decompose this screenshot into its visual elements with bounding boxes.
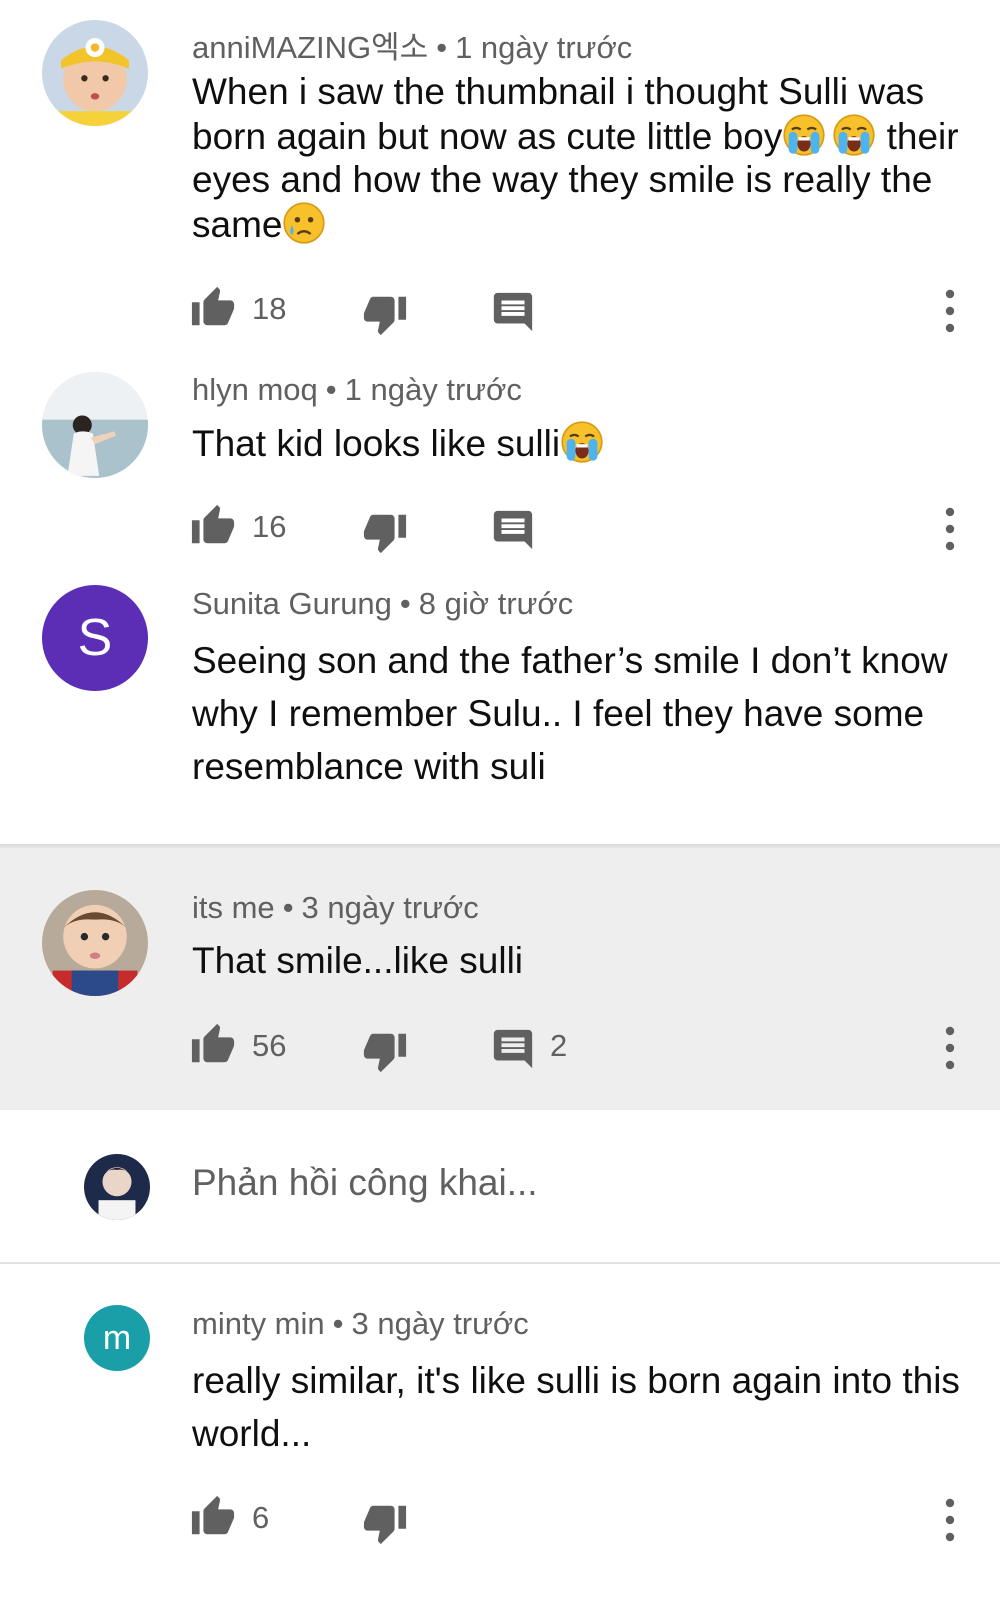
public-reply-input[interactable]: Phản hồi công khai...	[192, 1162, 538, 1204]
comment-meta: hlyn moq • 1 ngày trước	[192, 372, 522, 408]
author-name[interactable]: Sunita Gurung	[192, 586, 392, 621]
comment-text: really similar, it's like sulli is born …	[192, 1360, 960, 1454]
timestamp: 3 ngày trước	[351, 1306, 529, 1341]
separator-dot: •	[282, 890, 294, 925]
thumb-up-icon[interactable]	[190, 1494, 236, 1540]
timestamp: 1 ngày trước	[344, 372, 522, 407]
loudly-crying-emoji	[832, 113, 876, 157]
timestamp: 1 ngày trước	[455, 30, 633, 65]
current-user-avatar	[84, 1154, 150, 1220]
thumb-up-icon[interactable]	[190, 503, 236, 549]
separator-dot: •	[325, 372, 337, 407]
avatar[interactable]: m	[84, 1305, 150, 1371]
more-vert-icon[interactable]	[940, 289, 960, 333]
avatar[interactable]	[42, 20, 148, 126]
comment-actions: 6	[0, 1494, 1000, 1554]
comment-meta: Sunita Gurung • 8 giờ trước	[192, 586, 573, 622]
separator-dot: •	[332, 1306, 344, 1341]
like-count: 18	[252, 291, 287, 326]
comment-text: When i saw the thumbnail i thought Sulli…	[192, 70, 967, 246]
comment-actions: 18	[0, 285, 1000, 345]
loudly-crying-emoji	[560, 420, 604, 464]
more-vert-icon[interactable]	[940, 1026, 960, 1070]
comment-meta: minty min • 3 ngày trước	[192, 1306, 529, 1342]
like-count: 16	[252, 509, 287, 544]
reply-icon[interactable]	[490, 289, 536, 335]
reply-count[interactable]: 2	[550, 1028, 567, 1064]
reply-icon[interactable]	[490, 507, 536, 553]
thumb-down-icon[interactable]	[362, 291, 408, 337]
timestamp: 3 ngày trước	[301, 890, 479, 925]
more-vert-icon[interactable]	[940, 507, 960, 551]
separator-dot: •	[436, 30, 448, 65]
crying-emoji	[282, 201, 326, 245]
comment-meta: its me • 3 ngày trước	[192, 890, 479, 926]
comment-text: That kid looks like sulli	[192, 420, 967, 467]
comment-meta: anniMAZING엑소 • 1 ngày trước	[192, 22, 632, 67]
loudly-crying-emoji	[782, 113, 826, 157]
author-name[interactable]: hlyn moq	[192, 372, 318, 407]
comment-actions: 16	[0, 503, 1000, 563]
thumb-down-icon[interactable]	[362, 1028, 408, 1074]
baby-photo-avatar-image	[42, 890, 148, 996]
like-count: 6	[252, 1500, 270, 1535]
comment-text-part: That kid looks like sulli	[192, 423, 561, 464]
thumb-up-icon[interactable]	[190, 285, 236, 331]
comment-text: Seeing son and the father’s smile I don’…	[192, 640, 948, 787]
avatar-letter: S	[77, 609, 113, 667]
author-name[interactable]: its me	[192, 890, 275, 925]
reply-icon[interactable]	[490, 1026, 536, 1072]
timestamp: 8 giờ trước	[418, 586, 574, 621]
child-photo-avatar-image	[42, 20, 148, 126]
like-count: 56	[252, 1028, 287, 1063]
separator-dot: •	[399, 586, 411, 621]
author-name[interactable]: minty min	[192, 1306, 325, 1341]
comment-text: That smile...like sulli	[192, 940, 524, 981]
avatar[interactable]	[42, 890, 148, 996]
thumb-down-icon[interactable]	[362, 509, 408, 555]
avatar[interactable]: S	[42, 585, 148, 691]
thumb-up-icon[interactable]	[190, 1022, 236, 1068]
comment-actions: 56 2	[0, 1022, 1000, 1082]
thumb-down-icon[interactable]	[362, 1500, 408, 1546]
more-vert-icon[interactable]	[940, 1498, 960, 1542]
divider	[0, 1262, 1000, 1264]
avatar[interactable]	[42, 372, 148, 478]
user-photo-avatar-image	[84, 1154, 150, 1220]
author-name[interactable]: anniMAZING엑소	[192, 30, 428, 65]
person-by-sea-avatar-image	[42, 372, 148, 478]
avatar-letter: m	[102, 1318, 132, 1357]
